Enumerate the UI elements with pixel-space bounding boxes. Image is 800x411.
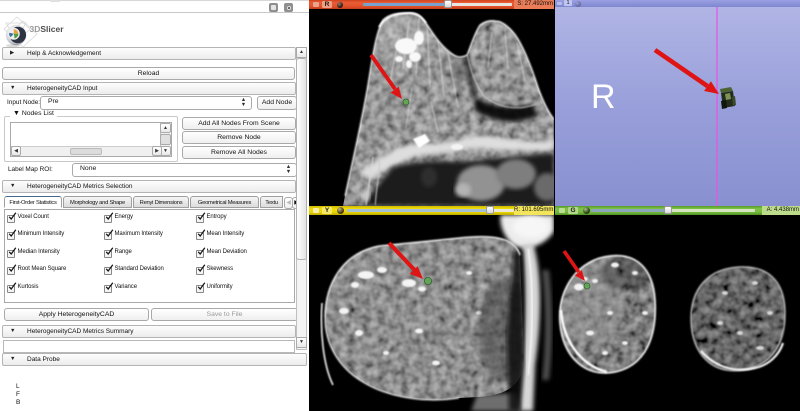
svg-text:R: R [591, 78, 616, 116]
